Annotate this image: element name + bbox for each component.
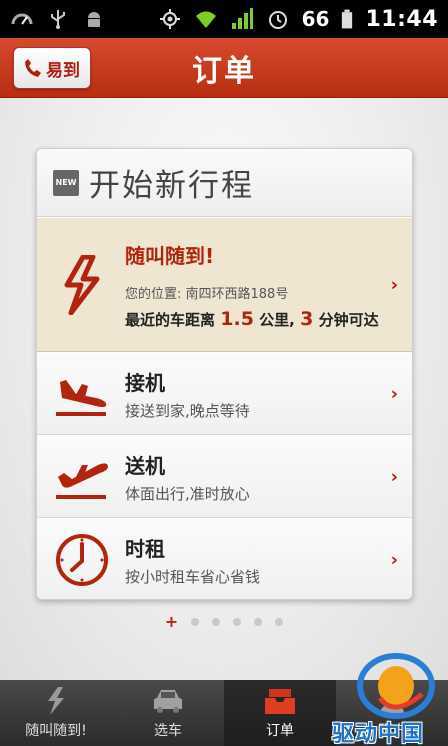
- nav-on-demand[interactable]: 随叫随到!: [0, 680, 112, 746]
- call-button[interactable]: 易到: [13, 47, 91, 89]
- call-button-label: 易到: [46, 60, 80, 81]
- pickup-title: 接机: [125, 370, 165, 395]
- main-content: NEW 开始新行程 随叫随到! 您的位置: 南四环西路188号 最近的车距离 1…: [0, 98, 448, 680]
- page-title: 订单: [192, 53, 256, 89]
- lightning-icon: [51, 254, 113, 316]
- page-dot[interactable]: [275, 618, 284, 626]
- clock-icon: [51, 529, 113, 591]
- nav-choose-car-label: 选车: [154, 723, 182, 739]
- distance-prefix: 最近的车距离: [125, 310, 216, 329]
- nav-orders-label: 订单: [266, 723, 294, 739]
- lightning-icon: [48, 687, 64, 715]
- pickup-body: 接机 接送到家,晚点等待: [125, 367, 412, 421]
- dropoff-body: 送机 体面出行,准时放心: [125, 450, 412, 504]
- page-dot[interactable]: [212, 618, 221, 626]
- dropoff-title: 送机: [125, 453, 165, 478]
- status-right: 66 11:44: [158, 7, 438, 32]
- card-title: 开始新行程: [89, 168, 254, 204]
- order-tray-icon: [265, 689, 295, 714]
- hourly-subtitle: 按小时租车省心省钱: [125, 567, 261, 586]
- page-dot[interactable]: [233, 618, 242, 626]
- new-trip-card: NEW 开始新行程 随叫随到! 您的位置: 南四环西路188号 最近的车距离 1…: [36, 148, 413, 600]
- option-airport-pickup[interactable]: 接机 接送到家,晚点等待 ›: [37, 352, 412, 435]
- nav-on-demand-label: 随叫随到!: [25, 723, 87, 739]
- phone-icon: [25, 59, 41, 77]
- distance-km: 1.5: [220, 307, 254, 330]
- on-demand-title: 随叫随到!: [125, 243, 215, 268]
- nav-choose-car[interactable]: 选车: [112, 680, 224, 746]
- nav-orders[interactable]: 订单: [224, 680, 336, 746]
- alarm-icon: [268, 11, 287, 29]
- option-on-demand[interactable]: 随叫随到! 您的位置: 南四环西路188号 最近的车距离 1.5 公里, 3 分…: [37, 217, 412, 352]
- option-hourly-rental[interactable]: 时租 按小时租车省心省钱 ›: [37, 518, 412, 599]
- distance-suffix: 分钟可达: [318, 310, 379, 329]
- chevron-right-icon: ›: [390, 466, 398, 487]
- watermark-logo: 驱动中国: [330, 648, 448, 746]
- chevron-right-icon: ›: [390, 383, 398, 404]
- hourly-body: 时租 按小时租车省心省钱: [125, 533, 412, 587]
- battery-level: 66: [301, 7, 330, 31]
- plane-takeoff-icon: [51, 446, 113, 508]
- page-dot[interactable]: [254, 618, 263, 626]
- distance-mid: 公里,: [259, 310, 295, 329]
- option-airport-dropoff[interactable]: 送机 体面出行,准时放心 ›: [37, 435, 412, 518]
- app-header: 易到 订单: [0, 38, 448, 98]
- page-dot[interactable]: [191, 618, 200, 626]
- pickup-subtitle: 接送到家,晚点等待: [125, 401, 250, 420]
- new-icon: NEW: [53, 169, 79, 196]
- usb-icon: [51, 10, 65, 29]
- nearest-car-distance: 最近的车距离 1.5 公里, 3 分钟可达: [125, 308, 412, 330]
- chevron-right-icon: ›: [390, 274, 398, 295]
- android-debug-icon: [88, 12, 100, 27]
- battery-icon: [342, 9, 353, 29]
- status-bar: 66 11:44: [0, 0, 448, 38]
- gps-icon: [159, 9, 180, 29]
- hourly-title: 时租: [125, 536, 165, 561]
- status-time: 11:44: [365, 6, 438, 32]
- signal-icon: [231, 8, 253, 29]
- wifi-icon: [195, 11, 216, 28]
- car-icon: [154, 690, 182, 713]
- watermark-text: 驱动中国: [332, 722, 425, 746]
- current-location: 您的位置: 南四环西路188号: [125, 286, 289, 302]
- status-left: [10, 7, 106, 31]
- plane-landing-icon: [51, 363, 113, 425]
- dropoff-subtitle: 体面出行,准时放心: [125, 484, 250, 503]
- chevron-right-icon: ›: [390, 549, 398, 570]
- card-header: NEW 开始新行程: [37, 149, 412, 217]
- distance-minutes: 3: [300, 307, 314, 330]
- page-indicator: +: [0, 614, 448, 630]
- on-demand-body: 随叫随到! 您的位置: 南四环西路188号 最近的车距离 1.5 公里, 3 分…: [125, 240, 412, 330]
- speedometer-icon: [11, 13, 33, 25]
- page-indicator-current-icon[interactable]: +: [165, 614, 178, 630]
